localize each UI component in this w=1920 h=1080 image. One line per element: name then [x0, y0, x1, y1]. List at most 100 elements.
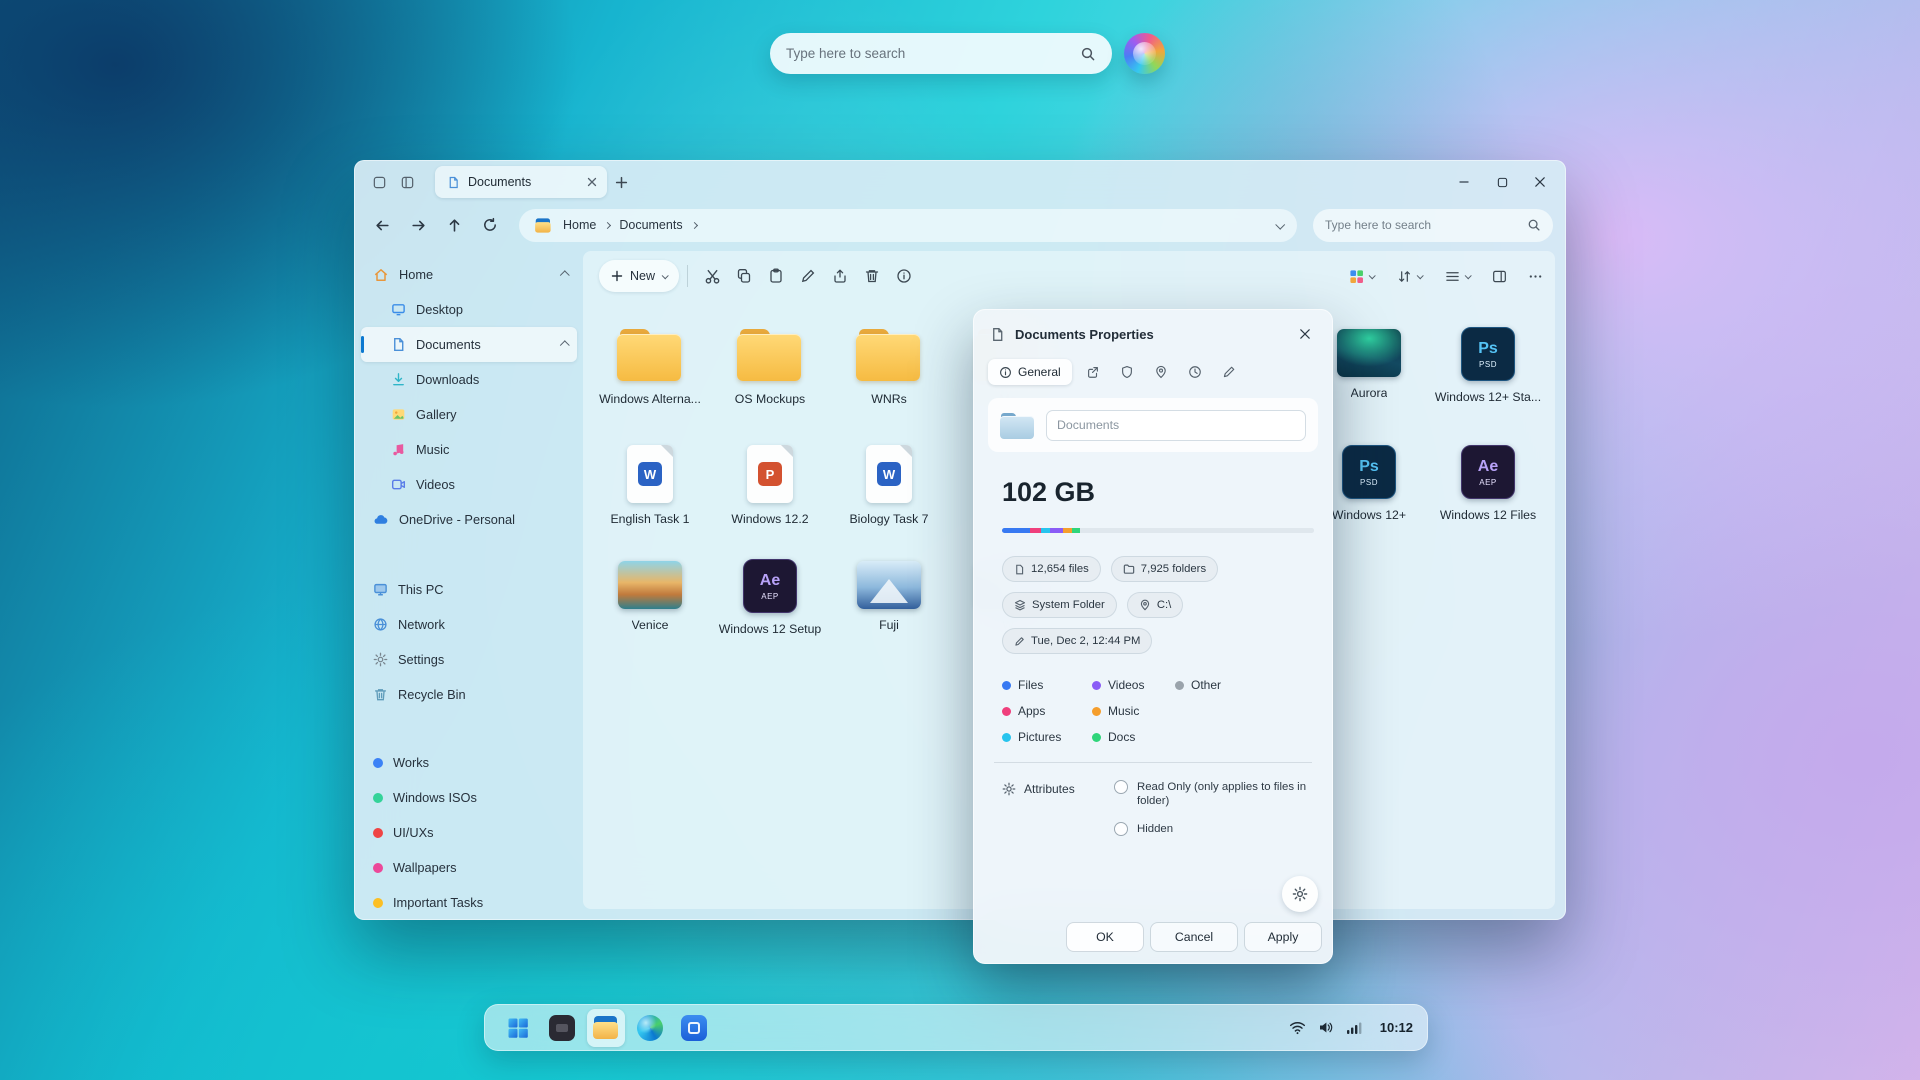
minimize-button[interactable]: [1449, 168, 1479, 196]
info-button[interactable]: [888, 260, 920, 292]
share-button[interactable]: [824, 260, 856, 292]
modified-date-chip[interactable]: Tue, Dec 2, 12:44 PM: [1002, 628, 1152, 654]
file-item[interactable]: Biology Task 7: [829, 445, 949, 526]
hidden-checkbox[interactable]: [1114, 822, 1128, 836]
tab-previous-versions[interactable]: [1182, 359, 1208, 385]
gallery-icon: [391, 407, 406, 422]
file-item[interactable]: OS Mockups: [710, 327, 830, 406]
address-dropdown-icon[interactable]: [1275, 219, 1285, 229]
file-item[interactable]: Windows 12 Setup: [710, 559, 830, 636]
file-item[interactable]: English Task 1: [590, 445, 710, 526]
wifi-icon[interactable]: [1289, 1020, 1306, 1035]
folder-name-input[interactable]: [1046, 410, 1306, 441]
advanced-settings-button[interactable]: [1282, 876, 1318, 912]
sidebar-item-settings[interactable]: Settings: [361, 642, 577, 677]
new-button[interactable]: New: [599, 260, 679, 292]
tab-customize[interactable]: [1216, 359, 1242, 385]
file-item[interactable]: Windows 12+ Sta...: [1428, 327, 1548, 404]
more-options-button[interactable]: [1519, 260, 1551, 292]
dialog-close-button[interactable]: [1292, 322, 1318, 346]
sidebar-item-network[interactable]: Network: [361, 607, 577, 642]
sidebar-item-gallery[interactable]: Gallery: [361, 397, 577, 432]
sort-button[interactable]: [1387, 260, 1431, 292]
sidebar-item-this-pc[interactable]: This PC: [361, 572, 577, 607]
start-button[interactable]: [499, 1009, 537, 1047]
sidebar-item-home[interactable]: Home: [361, 257, 577, 292]
app-icon-dark[interactable]: [543, 1009, 581, 1047]
collapse-icon[interactable]: [560, 340, 570, 350]
sidebar-tag-ui-uxs[interactable]: UI/UXs: [361, 815, 577, 850]
delete-button[interactable]: [856, 260, 888, 292]
new-tab-icon[interactable]: [607, 168, 635, 196]
window-menu-icon[interactable]: [365, 168, 393, 196]
layout-view-button[interactable]: [1339, 260, 1383, 292]
sidebar-item-onedrive[interactable]: OneDrive - Personal: [361, 502, 577, 537]
downloads-icon: [391, 372, 406, 387]
vertical-tabs-icon[interactable]: [393, 168, 421, 196]
copy-button[interactable]: [728, 260, 760, 292]
legend-item: Files: [1002, 678, 1092, 692]
refresh-button[interactable]: [475, 210, 505, 240]
file-item[interactable]: Windows 12 Files: [1428, 445, 1548, 522]
file-explorer-taskbar-button[interactable]: [587, 1009, 625, 1047]
preview-pane-button[interactable]: [1483, 260, 1515, 292]
breadcrumb-documents[interactable]: Documents: [619, 218, 682, 232]
up-button[interactable]: [439, 210, 469, 240]
explorer-search-box[interactable]: [1313, 209, 1553, 242]
view-options-button[interactable]: [1435, 260, 1479, 292]
volume-icon[interactable]: [1318, 1020, 1334, 1035]
sidebar-item-desktop[interactable]: Desktop: [361, 292, 577, 327]
folder-type-chip[interactable]: System Folder: [1002, 592, 1117, 618]
usage-segment: [1041, 528, 1050, 533]
cut-button[interactable]: [696, 260, 728, 292]
breadcrumb[interactable]: Home Documents: [519, 209, 1297, 242]
taskbar-clock[interactable]: 10:12: [1380, 1020, 1413, 1035]
explorer-search-input[interactable]: [1325, 218, 1527, 232]
tab-title: Documents: [468, 175, 579, 189]
sidebar-item-documents[interactable]: Documents: [361, 327, 577, 362]
ok-button[interactable]: OK: [1066, 922, 1144, 952]
tag-dot: [373, 863, 383, 873]
sidebar-item-videos[interactable]: Videos: [361, 467, 577, 502]
rename-button[interactable]: [792, 260, 824, 292]
maximize-button[interactable]: [1487, 168, 1517, 196]
storage-legend: Files Videos Other Apps Music Pictures D…: [1002, 672, 1312, 750]
sidebar-tag-wallpapers[interactable]: Wallpapers: [361, 850, 577, 885]
legend-item: Docs: [1092, 730, 1175, 744]
sidebar-tag-important-tasks[interactable]: Important Tasks: [361, 885, 577, 920]
cancel-button[interactable]: Cancel: [1150, 922, 1238, 952]
tab-close-icon[interactable]: [587, 177, 597, 187]
file-item[interactable]: Windows Alterna...: [590, 327, 710, 406]
tab-general[interactable]: General: [988, 359, 1072, 385]
sidebar-item-recycle-bin[interactable]: Recycle Bin: [361, 677, 577, 712]
folders-count-chip[interactable]: 7,925 folders: [1111, 556, 1218, 582]
sidebar-item-downloads[interactable]: Downloads: [361, 362, 577, 397]
desktop-search-bar[interactable]: [770, 33, 1112, 74]
sidebar-tag-windows-isos[interactable]: Windows ISOs: [361, 780, 577, 815]
tab-documents[interactable]: Documents: [435, 166, 607, 198]
paste-button[interactable]: [760, 260, 792, 292]
collapse-icon[interactable]: [560, 270, 570, 280]
sidebar-item-music[interactable]: Music: [361, 432, 577, 467]
apply-button[interactable]: Apply: [1244, 922, 1322, 952]
tab-sharing[interactable]: [1080, 359, 1106, 385]
sidebar-tag-works[interactable]: Works: [361, 745, 577, 780]
breadcrumb-home[interactable]: Home: [563, 218, 596, 232]
edge-taskbar-button[interactable]: [631, 1009, 669, 1047]
back-button[interactable]: [367, 210, 397, 240]
files-count-chip[interactable]: 12,654 files: [1002, 556, 1101, 582]
signal-icon[interactable]: [1346, 1021, 1362, 1035]
file-item[interactable]: Venice: [590, 561, 710, 632]
app-icon-blue[interactable]: [675, 1009, 713, 1047]
desktop-search-input[interactable]: [786, 46, 1080, 61]
forward-button[interactable]: [403, 210, 433, 240]
tab-security[interactable]: [1114, 359, 1140, 385]
file-item[interactable]: Windows 12.2: [710, 445, 830, 526]
location-chip[interactable]: C:\: [1127, 592, 1183, 618]
close-button[interactable]: [1525, 168, 1555, 196]
file-item[interactable]: Fuji: [829, 561, 949, 632]
read-only-checkbox[interactable]: [1114, 780, 1128, 794]
copilot-button[interactable]: [1124, 33, 1165, 74]
tab-location[interactable]: [1148, 359, 1174, 385]
file-item[interactable]: WNRs: [829, 327, 949, 406]
